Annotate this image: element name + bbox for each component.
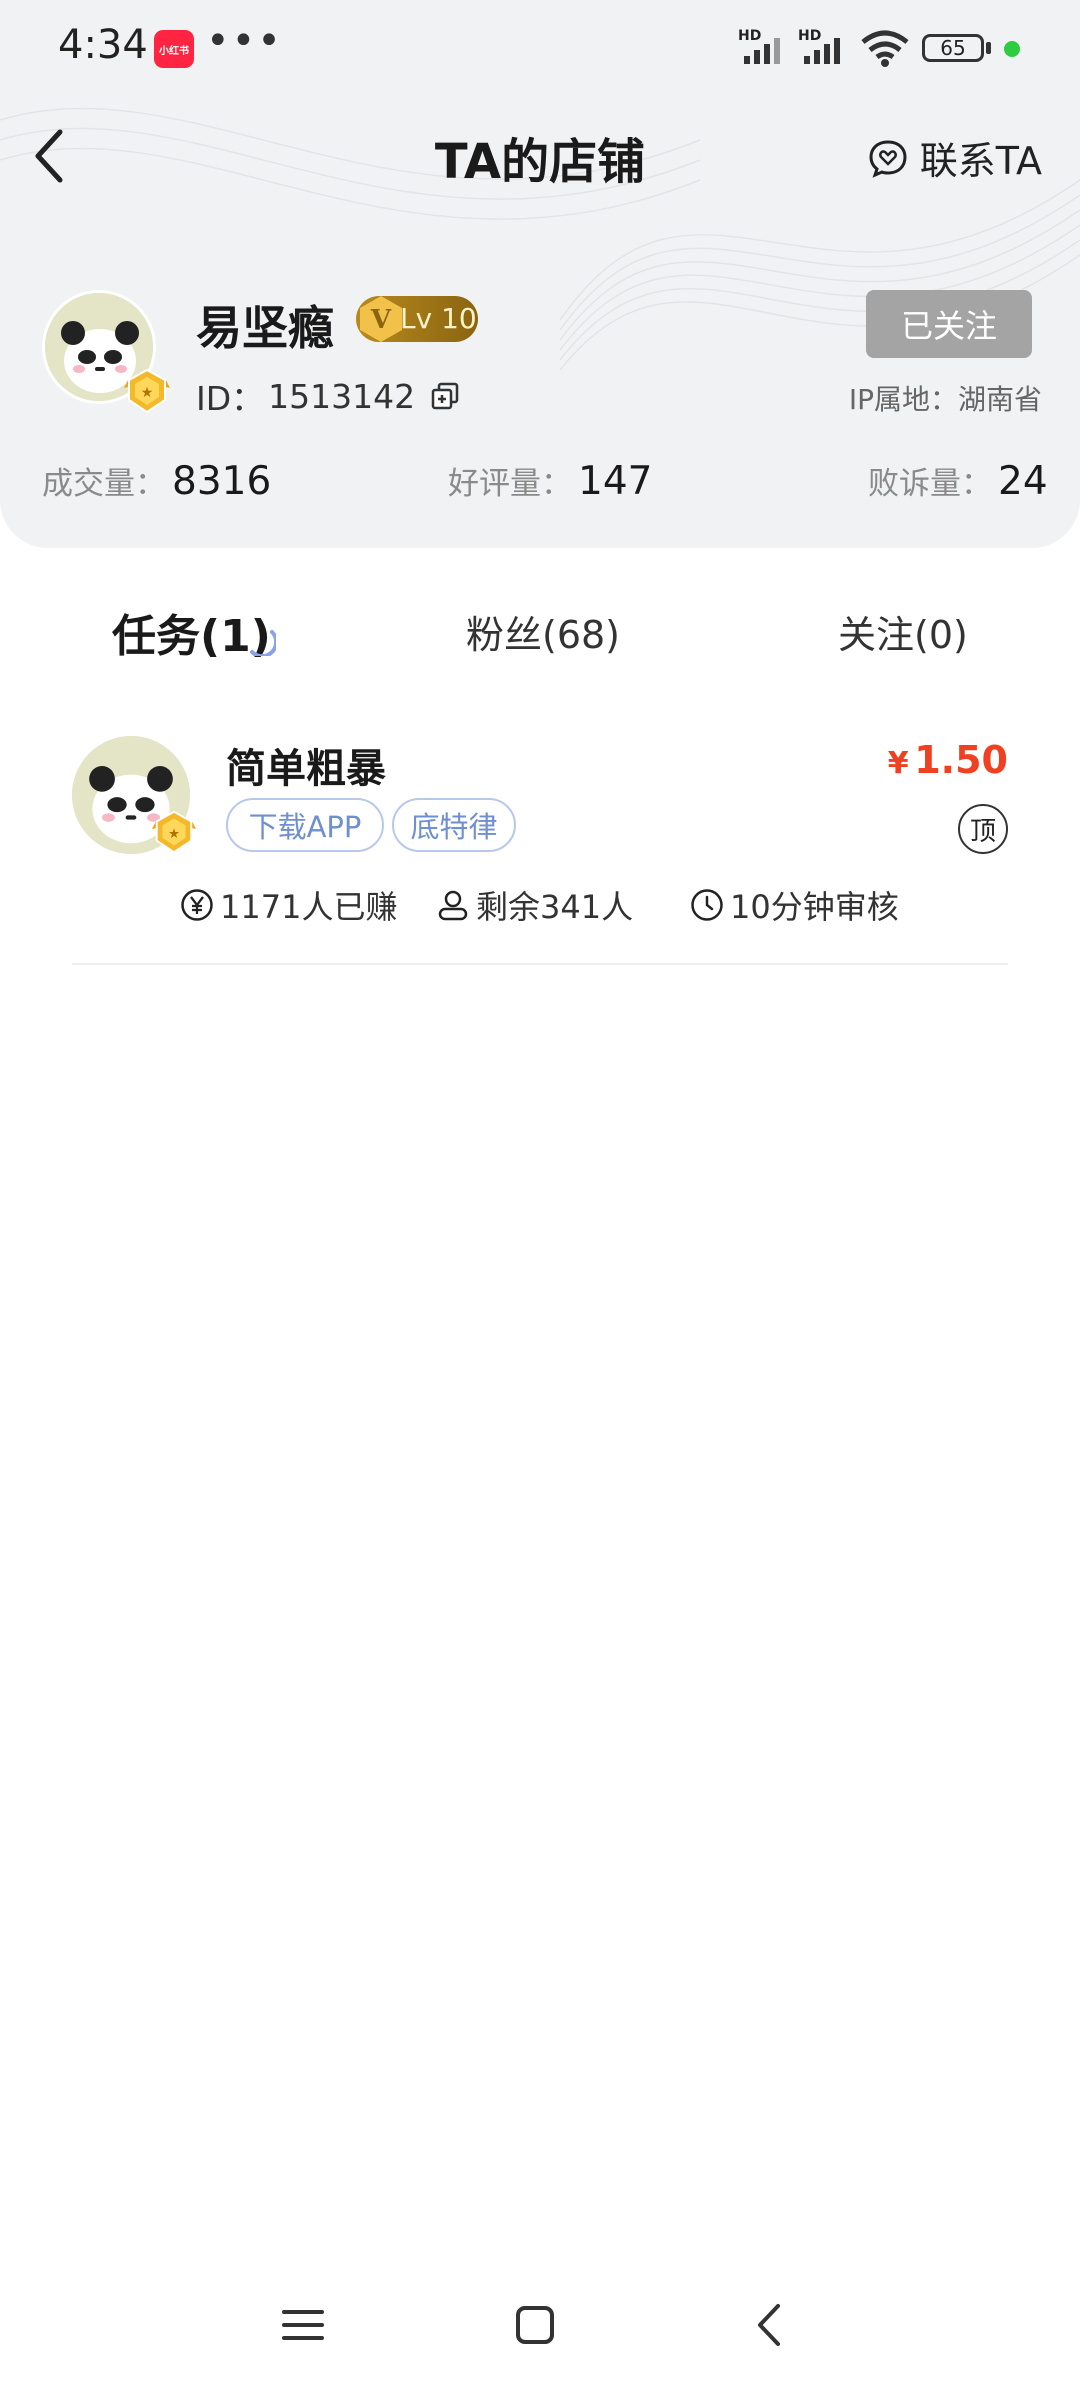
stat-deals: 成交量： 8316 bbox=[42, 458, 271, 504]
shop-username: 易坚瘾 bbox=[196, 301, 334, 355]
stat-label: 好评量： bbox=[448, 466, 572, 502]
gold-medal-icon: ★ bbox=[124, 368, 170, 414]
vip-v-icon: V bbox=[360, 296, 402, 342]
tab-following[interactable]: 关注(0) bbox=[838, 604, 968, 659]
task-tag: 下载APP bbox=[226, 798, 384, 852]
battery-cap bbox=[986, 42, 991, 54]
stat-good-reviews: 好评量： 147 bbox=[448, 458, 652, 504]
review-time-text: 10分钟审核 bbox=[730, 888, 899, 926]
wifi-icon bbox=[861, 30, 909, 67]
more-notifications-icon: ••• bbox=[206, 18, 283, 64]
shop-stats: 成交量： 8316 好评量： 147 败诉量： 24 bbox=[0, 458, 1080, 518]
vip-level-text: Lv 10 bbox=[400, 302, 477, 335]
price-value: 1.50 bbox=[914, 738, 1008, 782]
stat-value: 8316 bbox=[172, 459, 272, 504]
ip-location: IP属地：湖南省 bbox=[848, 383, 1042, 416]
list-divider bbox=[72, 963, 1008, 965]
contact-ta-button[interactable]: 联系TA bbox=[868, 130, 1042, 185]
svg-text:★: ★ bbox=[168, 827, 180, 842]
signal-icon-1: HD bbox=[738, 28, 790, 70]
loading-spinner-icon bbox=[250, 630, 276, 656]
task-title: 简单粗暴 bbox=[226, 746, 386, 792]
user-id-label: ID： bbox=[196, 379, 265, 418]
remaining-count: 剩余341人 bbox=[436, 882, 633, 928]
system-back-icon[interactable] bbox=[746, 2300, 796, 2350]
contact-ta-label: 联系TA bbox=[919, 139, 1042, 183]
xiaohongshu-notification-icon: 小红书 bbox=[154, 30, 194, 68]
earned-count: 1171人已赚 bbox=[180, 882, 397, 928]
price-currency: ¥ bbox=[887, 746, 909, 781]
user-id-value: 1513142 bbox=[268, 376, 416, 416]
chat-heart-icon bbox=[869, 139, 907, 178]
tab-fans[interactable]: 粉丝(68) bbox=[466, 604, 620, 659]
status-time: 4:34 bbox=[58, 22, 148, 68]
remaining-text: 剩余341人 bbox=[476, 888, 634, 926]
svg-text:★: ★ bbox=[141, 385, 154, 401]
stat-value: 147 bbox=[578, 459, 653, 504]
stat-label: 败诉量： bbox=[868, 466, 992, 502]
svg-text:V: V bbox=[370, 305, 392, 335]
stat-lost-disputes: 败诉量： 24 bbox=[868, 458, 1048, 504]
followed-button[interactable]: 已关注 bbox=[866, 290, 1032, 358]
task-price: ¥ 1.50 bbox=[888, 738, 1008, 782]
stat-value: 24 bbox=[998, 459, 1048, 504]
privacy-indicator-dot bbox=[1004, 41, 1020, 57]
menu-icon[interactable] bbox=[278, 2300, 328, 2350]
earned-text: 1171人已赚 bbox=[220, 888, 398, 926]
task-tag: 底特律 bbox=[392, 798, 516, 852]
hd-label: HD bbox=[738, 28, 762, 44]
vip-level-badge: V Lv 10 bbox=[356, 296, 478, 342]
status-bar: 4:34 小红书 ••• HD HD 65 bbox=[0, 0, 1080, 96]
gold-medal-icon: ★ bbox=[151, 810, 197, 854]
hd-label: HD bbox=[798, 28, 822, 44]
clock-icon bbox=[691, 889, 723, 921]
copy-icon[interactable] bbox=[431, 382, 459, 410]
top-pinned-badge[interactable]: 顶 bbox=[958, 804, 1008, 854]
stat-label: 成交量： bbox=[42, 466, 166, 502]
home-icon[interactable] bbox=[510, 2300, 560, 2350]
yen-coin-icon bbox=[181, 889, 213, 921]
battery-icon: 65 bbox=[922, 34, 984, 62]
signal-icon-2: HD bbox=[798, 28, 850, 70]
review-time: 10分钟审核 bbox=[690, 882, 899, 928]
user-icon bbox=[438, 890, 468, 921]
user-id-row: ID： 1513142 bbox=[196, 372, 459, 420]
